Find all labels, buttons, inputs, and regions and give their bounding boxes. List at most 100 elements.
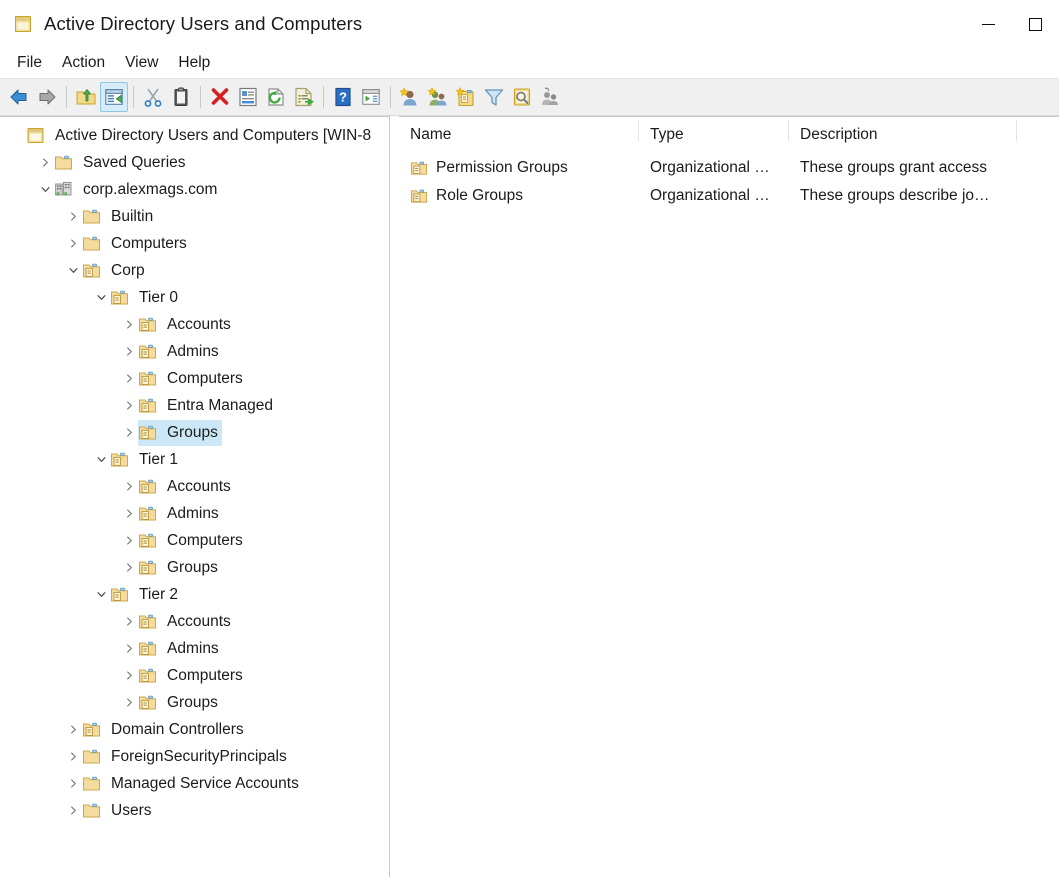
list-view-pane[interactable]: Name Type Description Permission Groups Org… [399, 116, 1059, 877]
clipboard-icon [174, 87, 188, 106]
delete-button[interactable] [206, 82, 234, 112]
tree-item-icon [138, 474, 165, 500]
tree-item-computers[interactable]: Computers [0, 230, 389, 257]
chevron-down-icon[interactable] [92, 284, 110, 311]
tree-item-tier0-computers[interactable]: Computers [0, 365, 389, 392]
ou-icon [139, 668, 156, 682]
folder-icon [55, 155, 72, 169]
tree-item-label: Accounts [167, 315, 231, 333]
chevron-down-icon[interactable] [92, 446, 110, 473]
tree-item-tier2-accounts[interactable]: Accounts [0, 608, 389, 635]
chevron-right-icon[interactable] [120, 554, 138, 581]
forward-button[interactable] [33, 82, 61, 112]
table-row[interactable]: Role Groups Organizational … These groups … [399, 182, 1059, 210]
chevron-right-icon[interactable] [120, 338, 138, 365]
table-row[interactable]: Permission Groups Organizational … These g… [399, 154, 1059, 182]
toolbar-separator-2 [133, 86, 134, 108]
show-hide-console-tree-button[interactable] [100, 82, 128, 112]
tree-item-domain-controllers[interactable]: Domain Controllers [0, 716, 389, 743]
help-button[interactable]: ? [329, 82, 357, 112]
ou-icon [139, 560, 156, 574]
column-header-name[interactable]: Name [399, 117, 639, 144]
tree-item-managed-service-accounts[interactable]: Managed Service Accounts [0, 770, 389, 797]
tree-item-tier0-accounts[interactable]: Accounts [0, 311, 389, 338]
tree-item-tier0-entra-managed[interactable]: Entra Managed [0, 392, 389, 419]
refresh-button[interactable] [262, 82, 290, 112]
maximize-button[interactable] [1012, 0, 1059, 48]
ou-icon [139, 344, 156, 358]
paste-button[interactable] [167, 82, 195, 112]
chevron-right-icon[interactable] [120, 500, 138, 527]
new-user-button[interactable] [396, 82, 424, 112]
chevron-right-icon[interactable] [120, 311, 138, 338]
find-magnifier-icon [513, 88, 531, 106]
tree-item-tier0-groups[interactable]: Groups [0, 419, 389, 446]
filter-button[interactable] [480, 82, 508, 112]
tree-item-domain[interactable]: corp.alexmags.com [0, 176, 389, 203]
new-ou-button[interactable] [452, 82, 480, 112]
chevron-right-icon[interactable] [64, 203, 82, 230]
cut-button[interactable] [139, 82, 167, 112]
column-header-description[interactable]: Description [789, 117, 1017, 144]
tree-item-tier-0[interactable]: Tier 0 [0, 284, 389, 311]
tree-item-tier1-accounts[interactable]: Accounts [0, 473, 389, 500]
pane-splitter[interactable] [390, 116, 399, 877]
tree-item-tier1-computers[interactable]: Computers [0, 527, 389, 554]
tree-item-tier1-groups[interactable]: Groups [0, 554, 389, 581]
tree-item-label: Computers [111, 234, 187, 252]
chevron-right-icon[interactable] [120, 689, 138, 716]
delegate-control-button[interactable] [536, 82, 564, 112]
title-bar: Active Directory Users and Computers [0, 0, 1059, 48]
tree-item-foreign-security-principals[interactable]: ForeignSecurityPrincipals [0, 743, 389, 770]
tree-item-tier0-admins[interactable]: Admins [0, 338, 389, 365]
up-one-level-button[interactable] [72, 82, 100, 112]
cell-name-label: Role Groups [436, 187, 524, 204]
chevron-right-icon[interactable] [64, 797, 82, 824]
menu-view[interactable]: View [115, 52, 168, 74]
export-list-button[interactable] [290, 82, 318, 112]
tree-item-tier2-groups[interactable]: Groups [0, 689, 389, 716]
tree-item-builtin[interactable]: Builtin [0, 203, 389, 230]
ou-icon [139, 695, 156, 709]
ou-icon [111, 587, 128, 601]
menu-action[interactable]: Action [52, 52, 115, 74]
tree-item-tier-2[interactable]: Tier 2 [0, 581, 389, 608]
tree-item-users[interactable]: Users [0, 797, 389, 824]
console-tree-pane[interactable]: Active Directory Users and Computers [WI… [0, 116, 390, 877]
tree-item-tier2-admins[interactable]: Admins [0, 635, 389, 662]
find-button[interactable] [508, 82, 536, 112]
column-header-type[interactable]: Type [639, 117, 789, 144]
minimize-button[interactable] [965, 0, 1012, 48]
back-button[interactable] [5, 82, 33, 112]
chevron-right-icon[interactable] [64, 770, 82, 797]
show-hide-action-pane-button[interactable] [357, 82, 385, 112]
chevron-right-icon[interactable] [120, 527, 138, 554]
tree-item-tier2-computers[interactable]: Computers [0, 662, 389, 689]
cell-description: These groups describe jo… [789, 187, 1017, 205]
tree-item-saved-queries[interactable]: Saved Queries [0, 149, 389, 176]
chevron-right-icon[interactable] [120, 473, 138, 500]
column-resize-handle[interactable] [1016, 120, 1017, 141]
chevron-right-icon[interactable] [120, 662, 138, 689]
chevron-right-icon[interactable] [64, 716, 82, 743]
chevron-right-icon[interactable] [120, 392, 138, 419]
chevron-right-icon[interactable] [120, 365, 138, 392]
new-group-button[interactable] [424, 82, 452, 112]
tree-item-corp[interactable]: Corp [0, 257, 389, 284]
chevron-right-icon[interactable] [64, 743, 82, 770]
menu-help[interactable]: Help [168, 52, 220, 74]
menu-file[interactable]: File [7, 52, 52, 74]
tree-item-console-root[interactable]: Active Directory Users and Computers [WI… [0, 122, 389, 149]
chevron-right-icon[interactable] [64, 230, 82, 257]
chevron-right-icon[interactable] [36, 149, 54, 176]
chevron-right-icon[interactable] [120, 608, 138, 635]
chevron-down-icon[interactable] [36, 176, 54, 203]
help-question-icon: ? [335, 87, 351, 107]
tree-item-tier-1[interactable]: Tier 1 [0, 446, 389, 473]
chevron-down-icon[interactable] [92, 581, 110, 608]
chevron-down-icon[interactable] [64, 257, 82, 284]
tree-item-tier1-admins[interactable]: Admins [0, 500, 389, 527]
properties-button[interactable] [234, 82, 262, 112]
chevron-right-icon[interactable] [120, 419, 138, 446]
chevron-right-icon[interactable] [120, 635, 138, 662]
